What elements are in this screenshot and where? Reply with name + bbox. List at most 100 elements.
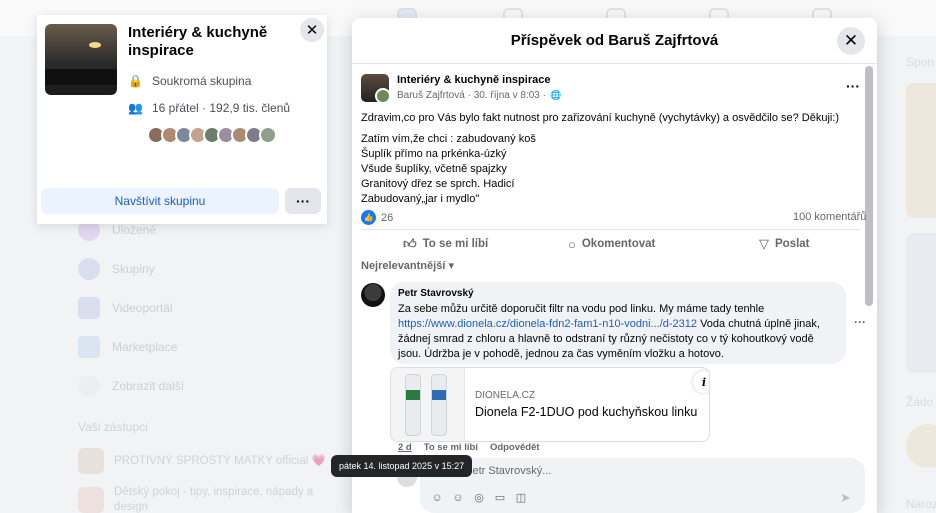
link-title: Dionela F2-1DUO pod kuchyňskou linku — [475, 405, 698, 419]
nav-item-see-more[interactable]: Zobrazit další — [70, 366, 330, 405]
speech-bubble-icon: ○ — [568, 236, 576, 252]
video-icon — [78, 296, 100, 319]
shortcut-thumbnail — [78, 448, 104, 474]
product-image — [391, 368, 465, 441]
share-button[interactable]: ▽ Poslat — [759, 233, 810, 255]
nav-item-label: Uložené — [112, 222, 157, 237]
nav-item-label: Videoportál — [112, 300, 173, 315]
post-author-time[interactable]: Baruš Zajfrtová · 30. října v 8:03 · — [397, 90, 546, 101]
post-line: Zabudovaný„jar i mydlo" — [361, 193, 480, 205]
sort-comments-dropdown[interactable]: Nejrelevantnější ▾ — [361, 259, 454, 272]
nav-item-video[interactable]: Videoportál — [70, 288, 330, 327]
comment-time[interactable]: 2 d — [398, 442, 412, 453]
comment-options-button[interactable]: ··· — [854, 315, 866, 329]
share-label: Poslat — [775, 238, 810, 250]
shortcut-label: PROTIVNÝ SPROSTÝ MATKY official 💗 — [114, 454, 326, 467]
counter-graphic — [45, 69, 117, 85]
comment-text: Za sebe můžu určitě doporučit filtr na v… — [398, 302, 838, 362]
post-line: Granitový dřez se sprch. Hadicí — [361, 178, 515, 190]
like-button[interactable]: 👍︎ To se mi líbí — [403, 233, 488, 255]
post-intro: Zdravim,co pro Vás bylo fakt nutnost pro… — [361, 112, 840, 124]
comment-actions: 2 d To se mi líbí Odpovědět — [398, 442, 552, 453]
left-navigation: Uložené Skupiny Videoportál Marketplace … — [70, 210, 330, 405]
comment-author[interactable]: Petr Stavrovský — [398, 288, 838, 299]
sponsored-image[interactable] — [906, 83, 936, 218]
comment-label: Okomentovat — [581, 238, 656, 250]
post-line: Šuplík přímo na prkénka-úzký — [361, 148, 507, 160]
request-avatar[interactable] — [906, 424, 936, 468]
shortcut-label: Dětský pokoj - tipy, inspirace, nápady a… — [114, 486, 314, 513]
sponsored-title: Spon — [906, 55, 935, 69]
sticker-icon[interactable]: ◫ — [514, 491, 528, 505]
nav-item-label: Zobrazit další — [112, 378, 185, 393]
comment-text-before: Za sebe můžu určitě doporučit filtr na v… — [398, 303, 765, 315]
post-options-button[interactable]: ··· — [846, 78, 860, 94]
shortcut-thumbnail — [78, 487, 104, 513]
avatar-sticker-icon[interactable]: ☺ — [430, 491, 444, 505]
reply-toolbar: ☺ ☺ ◎ ▭ ◫ — [430, 491, 535, 505]
visit-group-button[interactable]: Navštívit skupinu — [41, 188, 279, 214]
scrollbar[interactable] — [865, 66, 873, 306]
divider — [361, 229, 861, 230]
like-label: To se mi líbí — [422, 238, 489, 250]
link-preview-card[interactable]: DIONELA.CZ Dionela F2-1DUO pod kuchyňsko… — [390, 367, 710, 442]
comment-bubble: Petr Stavrovský Za sebe můžu určitě dopo… — [390, 282, 846, 364]
post-meta: Baruš Zajfrtová · 30. října v 8:03 · 🌐 — [397, 90, 561, 101]
close-icon[interactable]: ✕ — [300, 18, 324, 42]
people-icon: 👥 — [128, 101, 143, 115]
requests-title: Žádo — [906, 395, 934, 409]
author-avatar[interactable] — [375, 88, 391, 104]
info-icon[interactable]: i — [693, 371, 709, 393]
more-options-button[interactable]: ··· — [285, 188, 321, 214]
nav-item-label: Marketplace — [112, 339, 178, 354]
post-group-name[interactable]: Interiéry & kuchyně inspirace — [397, 74, 550, 86]
group-avatar[interactable] — [361, 74, 391, 104]
like-count: 26 — [381, 211, 394, 224]
group-privacy: Soukromá skupina — [152, 74, 252, 88]
dialog-title: Příspěvek od Baruš Zajfrtová — [510, 32, 719, 49]
filter-cartridge — [405, 374, 421, 436]
close-icon[interactable]: ✕ — [837, 27, 865, 55]
shortcuts-title: Vaši zástupci — [78, 420, 148, 434]
comment-link[interactable]: https://www.dionela.cz/dionela-fdn2-fam1… — [398, 318, 697, 330]
like-icon: 👍 — [361, 210, 376, 225]
friend-avatars — [147, 126, 277, 144]
group-hover-card: Interiéry & kuchyně inspirace ✕ 🔒 Soukro… — [37, 15, 327, 224]
post-line: Všude šuplíky, včetně spajzky — [361, 163, 507, 175]
timestamp-tooltip: pátek 14. listopad 2025 v 15:27 — [331, 455, 473, 477]
avatar[interactable] — [361, 283, 385, 307]
nav-item-label: Skupiny — [112, 261, 155, 276]
link-domain: DIONELA.CZ — [475, 390, 536, 401]
group-cover-image[interactable] — [45, 24, 117, 95]
marketplace-icon — [78, 335, 100, 358]
camera-icon[interactable]: ◎ — [472, 491, 486, 505]
group-members-row: 👥 16 přátel · 192,9 tis. členů — [128, 101, 290, 115]
post-dialog: Příspěvek od Baruš Zajfrtová ✕ Interiéry… — [352, 18, 877, 513]
gif-icon[interactable]: ▭ — [493, 491, 507, 505]
send-icon: ▽ — [759, 236, 769, 251]
shortcut-item[interactable]: PROTIVNÝ SPROSTÝ MATKY official 💗 — [78, 448, 328, 474]
lock-icon: 🔒 — [128, 74, 143, 88]
filter-cartridge — [431, 374, 447, 436]
nav-item-groups[interactable]: Skupiny — [70, 249, 330, 288]
post-body: Zdravim,co pro Vás bylo fakt nutnost pro… — [361, 111, 861, 207]
reactions-summary[interactable]: 👍 26 — [361, 210, 393, 225]
sort-label: Nejrelevantnější — [361, 260, 446, 272]
comment-like-button[interactable]: To se mi líbí — [424, 442, 478, 453]
comment-button[interactable]: ○ Okomentovat — [568, 233, 655, 255]
caret-down-icon: ▾ — [448, 260, 454, 272]
avatar[interactable] — [259, 126, 277, 144]
filter-label — [432, 390, 446, 400]
chevron-down-icon — [78, 374, 100, 397]
nav-item-marketplace[interactable]: Marketplace — [70, 327, 330, 366]
comment-count[interactable]: 100 komentářů — [793, 211, 866, 223]
globe-icon: 🌐 — [549, 90, 562, 100]
emoji-icon[interactable]: ☺ — [451, 491, 465, 505]
filter-label — [406, 390, 420, 400]
birthdays-title: Naroz — [906, 497, 936, 511]
send-icon[interactable]: ➤ — [840, 490, 851, 506]
comment-reply-button[interactable]: Odpovědět — [490, 442, 540, 453]
group-title[interactable]: Interiéry & kuchyně inspirace — [128, 24, 298, 60]
sponsored-image[interactable] — [906, 233, 936, 373]
shortcut-item[interactable]: Dětský pokoj - tipy, inspirace, nápady a… — [78, 485, 328, 513]
